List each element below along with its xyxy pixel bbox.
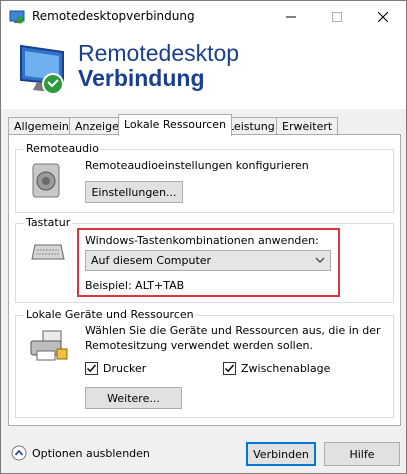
collapse-options-icon[interactable]: [11, 445, 27, 461]
maximize-button[interactable]: [314, 1, 360, 32]
remoteaudio-description: Remoteaudioeinstellungen konfigurieren: [85, 159, 309, 172]
group-remoteaudio: Remoteaudio Remoteaudioeinstellungen kon…: [15, 142, 394, 213]
devices-legend: Lokale Geräte und Ressourcen: [24, 308, 196, 321]
header-title-line2: Verbindung: [78, 65, 205, 91]
highlight-box: [77, 228, 340, 297]
printer-label: Drucker: [103, 362, 147, 375]
remoteaudio-legend: Remoteaudio: [24, 142, 101, 155]
connect-button[interactable]: Verbinden: [246, 442, 316, 466]
close-icon: [378, 11, 388, 22]
devices-description-line1: Wählen Sie die Geräte und Ressourcen aus…: [85, 324, 381, 337]
devices-description-line2: Remotesitzung verwendet werden sollen.: [85, 339, 313, 352]
maximize-icon: [332, 11, 342, 22]
header-title-line1: Remotedesktop: [78, 40, 240, 66]
keyboard-icon: [31, 244, 65, 260]
group-tastatur: Tastatur Windows-Tastenkombinationen anw…: [15, 216, 394, 303]
minimize-icon: [286, 16, 296, 17]
minimize-button[interactable]: [268, 1, 314, 32]
remote-desktop-logo-icon: [20, 44, 64, 95]
tastatur-legend: Tastatur: [24, 216, 73, 229]
tab-strip: Allgemein Anzeige Lokale Ressourcen Leis…: [8, 114, 401, 136]
app-window: Remotedesktopverbindung Remotedesktop Ve…: [0, 0, 407, 474]
checkmark-icon: [225, 364, 235, 373]
close-button[interactable]: [360, 1, 406, 32]
more-devices-button[interactable]: Weitere...: [85, 387, 182, 409]
tab-lokale-ressourcen[interactable]: Lokale Ressourcen: [118, 114, 233, 136]
header-banner: Remotedesktop Verbindung: [1, 32, 406, 109]
clipboard-checkbox[interactable]: [223, 362, 236, 375]
devices-printer-icon: [30, 330, 68, 361]
tab-panel-lokale-ressourcen: Remoteaudio Remoteaudioeinstellungen kon…: [8, 134, 401, 426]
remote-desktop-app-icon: [9, 10, 25, 24]
group-lokale-geraete: Lokale Geräte und Ressourcen Wählen Sie …: [15, 308, 394, 418]
hide-options-link[interactable]: Optionen ausblenden: [32, 447, 150, 460]
clipboard-label: Zwischenablage: [241, 362, 331, 375]
audio-settings-button[interactable]: Einstellungen...: [85, 181, 183, 203]
checkmark-icon: [87, 364, 97, 373]
title-bar: Remotedesktopverbindung: [1, 1, 406, 32]
help-button[interactable]: Hilfe: [324, 442, 400, 466]
printer-checkbox[interactable]: [85, 362, 98, 375]
window-title: Remotedesktopverbindung: [32, 9, 195, 23]
speaker-icon: [32, 163, 60, 198]
